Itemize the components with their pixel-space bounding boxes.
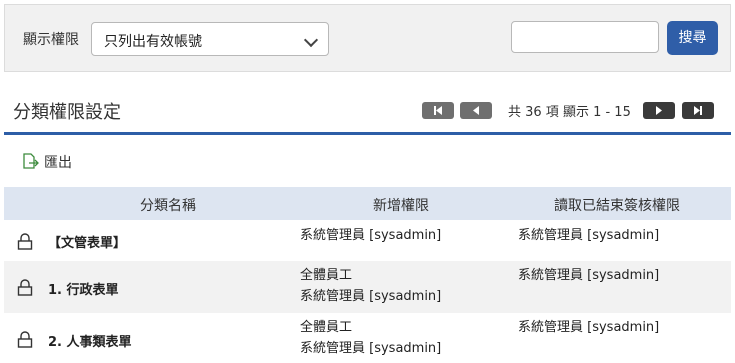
column-header-category[interactable]: 分類名稱 bbox=[140, 195, 196, 215]
page-title: 分類權限設定 bbox=[13, 102, 121, 123]
search-input[interactable] bbox=[511, 21, 659, 53]
lock-icon bbox=[17, 233, 33, 250]
add-permission-value: 系統管理員 [sysadmin] bbox=[300, 341, 442, 356]
last-page-button[interactable] bbox=[682, 102, 714, 119]
chevron-down-icon bbox=[303, 32, 319, 48]
next-page-button[interactable] bbox=[643, 102, 675, 119]
last-page-icon bbox=[694, 106, 702, 115]
category-name[interactable]: 2. 人事類表單 bbox=[48, 331, 132, 350]
table-header: 分類名稱 新增權限 讀取已結束簽核權限 bbox=[4, 187, 731, 220]
table-row[interactable]: 1. 行政表單 全體員工 系統管理員 [sysadmin] 系統管理員 [sys… bbox=[4, 261, 731, 313]
lock-icon bbox=[17, 331, 33, 348]
filter-bar: 顯示權限 只列出有效帳號 搜尋 bbox=[4, 4, 731, 72]
lock-icon bbox=[17, 279, 33, 296]
first-page-button[interactable] bbox=[422, 102, 454, 119]
add-permission-value: 系統管理員 [sysadmin] bbox=[300, 289, 442, 304]
category-name[interactable]: 【文管表單】 bbox=[48, 232, 126, 251]
table-row[interactable]: 2. 人事類表單 全體員工 系統管理員 [sysadmin] 系統管理員 [sy… bbox=[4, 313, 731, 363]
search-button[interactable]: 搜尋 bbox=[667, 21, 718, 55]
category-name[interactable]: 1. 行政表單 bbox=[48, 279, 119, 298]
page-info: 共 36 項 顯示 1 - 15 bbox=[508, 105, 631, 120]
prev-page-button[interactable] bbox=[460, 102, 492, 119]
export-label: 匯出 bbox=[44, 155, 72, 171]
export-icon bbox=[23, 153, 39, 169]
read-permission-value: 系統管理員 [sysadmin] bbox=[518, 228, 660, 243]
add-permission-value: 系統管理員 [sysadmin] bbox=[300, 228, 442, 243]
select-value: 只列出有效帳號 bbox=[104, 34, 202, 50]
prev-page-icon bbox=[473, 106, 479, 115]
table-row[interactable]: 【文管表單】 系統管理員 [sysadmin] 系統管理員 [sysadmin] bbox=[4, 220, 731, 261]
column-header-add-permission[interactable]: 新增權限 bbox=[373, 195, 429, 215]
read-permission-value: 系統管理員 [sysadmin] bbox=[518, 268, 660, 283]
add-permission-value: 全體員工 bbox=[300, 268, 353, 283]
next-page-icon bbox=[656, 106, 662, 115]
read-permission-value: 系統管理員 [sysadmin] bbox=[518, 320, 660, 335]
export-button[interactable]: 匯出 bbox=[22, 152, 72, 172]
permission-filter-select[interactable]: 只列出有效帳號 bbox=[91, 22, 329, 56]
first-page-icon bbox=[434, 106, 442, 115]
add-permission-value: 全體員工 bbox=[300, 320, 353, 335]
column-header-read-permission[interactable]: 讀取已結束簽核權限 bbox=[554, 195, 680, 215]
title-divider bbox=[4, 132, 731, 135]
filter-label: 顯示權限 bbox=[23, 32, 79, 48]
